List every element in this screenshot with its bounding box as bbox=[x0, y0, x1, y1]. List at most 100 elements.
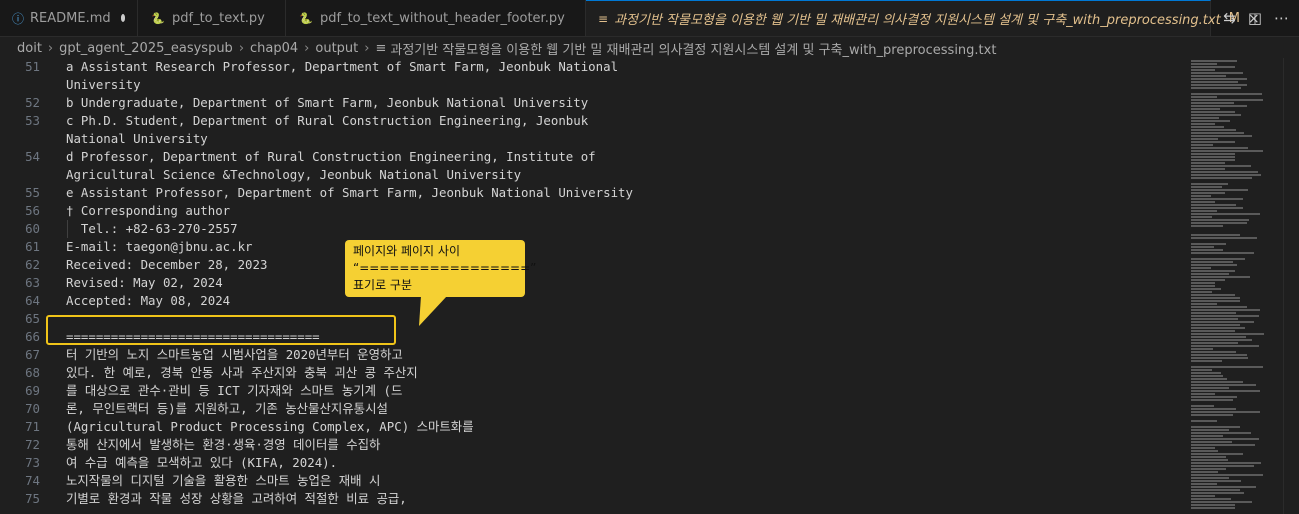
code-line[interactable]: 63 Revised: May 02, 2024 bbox=[0, 274, 1180, 292]
minimap-line bbox=[1191, 333, 1264, 335]
minimap-line bbox=[1191, 420, 1217, 422]
line-number: 61 bbox=[25, 239, 40, 254]
info-icon: ⓘ bbox=[12, 11, 25, 26]
tab-label: README.md bbox=[30, 10, 111, 26]
minimap-line bbox=[1191, 414, 1233, 416]
line-text: b Undergraduate, Department of Smart Far… bbox=[66, 95, 589, 110]
minimap-line bbox=[1191, 198, 1243, 200]
minimap-line bbox=[1191, 309, 1260, 311]
breadcrumb-item[interactable]: 과정기반 작물모형을 이용한 웹 기반 밀 재배관리 의사결정 지원시스템 설계… bbox=[390, 39, 996, 58]
code-line[interactable]: 55 e Assistant Professor, Department of S… bbox=[0, 184, 1180, 202]
minimap-line bbox=[1191, 93, 1262, 95]
vertical-scrollbar[interactable] bbox=[1283, 58, 1299, 514]
more-actions-icon[interactable]: ⋯ bbox=[1274, 9, 1289, 27]
line-text: E-mail: taegon@jbnu.ac.kr bbox=[66, 239, 253, 254]
code-line[interactable]: Agricultural Science &Technology, Jeonbu… bbox=[0, 166, 1180, 184]
callout-line-3: 표기로 구분 bbox=[353, 278, 413, 292]
minimap-line bbox=[1191, 480, 1241, 482]
code-line[interactable]: University bbox=[0, 76, 1180, 94]
line-text: 통해 산지에서 발생하는 환경·생육·경영 데이터를 수집하 bbox=[66, 437, 381, 452]
code-line[interactable]: 71 (Agricultural Product Processing Compl… bbox=[0, 418, 1180, 436]
line-number: 74 bbox=[25, 473, 40, 488]
line-number: 64 bbox=[25, 293, 40, 308]
minimap-line bbox=[1191, 78, 1247, 80]
minimap-line bbox=[1191, 282, 1215, 284]
tab-2[interactable]: 🐍 pdf_to_text.py bbox=[138, 0, 286, 36]
code-line[interactable]: 64 Accepted: May 08, 2024 bbox=[0, 292, 1180, 310]
tab-label: pdf_to_text.py bbox=[172, 10, 265, 26]
annotation-callout: 페이지와 페이지 사이 “=================” 표기로 구분 bbox=[345, 240, 536, 297]
breadcrumb-item[interactable]: chap04 bbox=[250, 41, 298, 56]
compare-changes-icon[interactable]: ⇆ bbox=[1223, 9, 1236, 27]
code-line[interactable]: National University bbox=[0, 130, 1180, 148]
minimap-line bbox=[1191, 471, 1218, 473]
tab-3[interactable]: 🐍 pdf_to_text_without_header_footer.py bbox=[286, 0, 586, 36]
code-line[interactable]: 75 기별로 환경과 작물 성장 상황을 고려하여 적절한 비료 공급, bbox=[0, 490, 1180, 508]
minimap-line bbox=[1191, 210, 1217, 212]
tab-label: 과정기반 작물모형을 이용한 웹 기반 밀 재배관리 의사결정 지원시스템 설계… bbox=[614, 13, 1221, 28]
minimap-line bbox=[1191, 462, 1261, 464]
minimap-line bbox=[1191, 438, 1259, 440]
line-number: 52 bbox=[25, 95, 40, 110]
minimap-line bbox=[1191, 495, 1215, 497]
code-line[interactable]: 73 여 수급 예측을 모색하고 있다 (KIFA, 2024). bbox=[0, 454, 1180, 472]
code-line[interactable]: 51 a Assistant Research Professor, Depart… bbox=[0, 58, 1180, 76]
text-editor[interactable]: 51 a Assistant Research Professor, Depart… bbox=[0, 58, 1180, 514]
minimap-line bbox=[1191, 489, 1240, 491]
minimap-line bbox=[1191, 384, 1256, 386]
line-text: Tel.: +82-63-270-2557 bbox=[66, 221, 238, 236]
minimap-line bbox=[1191, 348, 1213, 350]
code-line[interactable]: 56 † Corresponding author bbox=[0, 202, 1180, 220]
minimap-line bbox=[1191, 153, 1235, 155]
code-line[interactable]: 70 론, 무인트랙터 등)를 지원하고, 기존 농산물산지유통시설 bbox=[0, 400, 1180, 418]
minimap-line bbox=[1191, 390, 1260, 392]
tab-1[interactable]: ⓘ README.md bbox=[0, 0, 138, 36]
line-number: 66 bbox=[25, 329, 40, 344]
minimap-line bbox=[1191, 366, 1263, 368]
code-line[interactable]: 72 통해 산지에서 발생하는 환경·생육·경영 데이터를 수집하 bbox=[0, 436, 1180, 454]
line-text: 론, 무인트랙터 등)를 지원하고, 기존 농산물산지유통시설 bbox=[66, 401, 388, 416]
breadcrumb-item[interactable]: doit bbox=[17, 41, 42, 56]
line-text: a Assistant Research Professor, Departme… bbox=[66, 59, 619, 74]
code-line[interactable]: 69 를 대상으로 관수·관비 등 ICT 기자재와 스마트 농기계 (드 bbox=[0, 382, 1180, 400]
minimap-line bbox=[1191, 168, 1225, 170]
code-line[interactable]: 74 노지작물의 디지털 기술을 활용한 스마트 농업은 재배 시 bbox=[0, 472, 1180, 490]
minimap-line bbox=[1191, 219, 1249, 221]
minimap[interactable] bbox=[1186, 58, 1281, 514]
minimap-line bbox=[1191, 375, 1223, 377]
breadcrumb-item[interactable]: output bbox=[315, 41, 358, 56]
tab-4[interactable]: ≡ 과정기반 작물모형을 이용한 웹 기반 밀 재배관리 의사결정 지원시스템 설… bbox=[586, 0, 1260, 36]
minimap-line bbox=[1191, 174, 1261, 176]
minimap-line bbox=[1191, 69, 1215, 71]
text-file-icon: ≡ bbox=[598, 11, 609, 26]
code-line[interactable]: 68 있다. 한 예로, 경북 안동 사과 주산지와 충북 괴산 콩 주산지 bbox=[0, 364, 1180, 382]
code-line[interactable]: 54 d Professor, Department of Rural Const… bbox=[0, 148, 1180, 166]
minimap-line bbox=[1191, 114, 1241, 116]
code-line[interactable]: 53 c Ph.D. Student, Department of Rural C… bbox=[0, 112, 1180, 130]
minimap-line bbox=[1191, 303, 1217, 305]
line-text: 터 기반의 노지 스마트농업 시범사업을 2020년부터 운영하고 bbox=[66, 347, 403, 362]
minimap-line bbox=[1191, 270, 1235, 272]
minimap-line bbox=[1191, 378, 1227, 380]
minimap-line bbox=[1191, 84, 1247, 86]
minimap-line bbox=[1191, 498, 1231, 500]
code-line[interactable]: 60 Tel.: +82-63-270-2557 bbox=[0, 220, 1180, 238]
minimap-line bbox=[1191, 132, 1244, 134]
python-icon: 🐍 bbox=[151, 11, 165, 25]
code-line[interactable]: 61 E-mail: taegon@jbnu.ac.kr bbox=[0, 238, 1180, 256]
minimap-line bbox=[1191, 252, 1254, 254]
code-line[interactable]: 62 Received: December 28, 2023 bbox=[0, 256, 1180, 274]
unsaved-dot-icon[interactable] bbox=[120, 14, 125, 22]
line-number: 71 bbox=[25, 419, 40, 434]
minimap-line bbox=[1191, 444, 1255, 446]
minimap-line bbox=[1191, 507, 1235, 509]
breadcrumb-item[interactable]: gpt_agent_2025_easyspub bbox=[59, 41, 233, 56]
minimap-line bbox=[1191, 186, 1222, 188]
code-line[interactable]: 52 b Undergraduate, Department of Smart F… bbox=[0, 94, 1180, 112]
split-editor-icon[interactable]: ◫ bbox=[1248, 9, 1262, 27]
line-text: e Assistant Professor, Department of Sma… bbox=[66, 185, 633, 200]
minimap-line bbox=[1191, 351, 1236, 353]
minimap-line bbox=[1191, 258, 1245, 260]
code-line[interactable]: 67 터 기반의 노지 스마트농업 시범사업을 2020년부터 운영하고 bbox=[0, 346, 1180, 364]
chevron-right-icon: › bbox=[304, 40, 310, 56]
